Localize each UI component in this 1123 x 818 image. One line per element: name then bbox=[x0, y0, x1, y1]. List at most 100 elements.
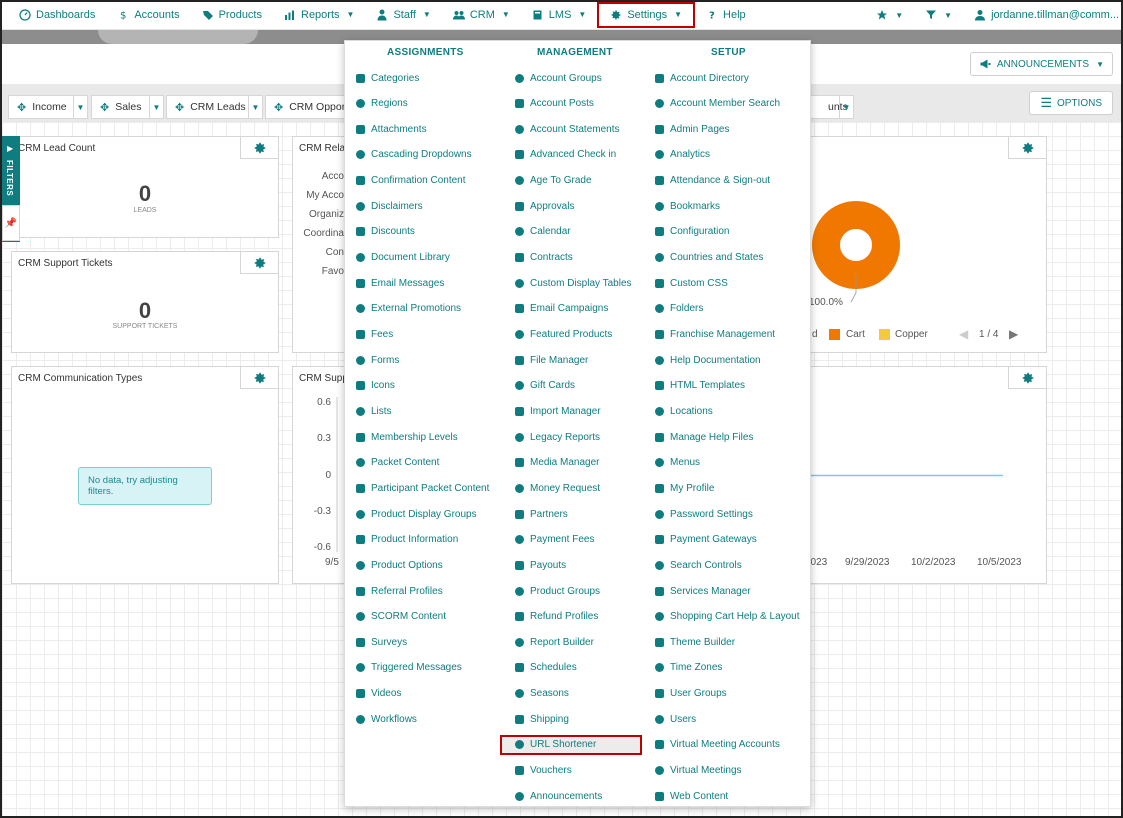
panel-settings-button[interactable] bbox=[240, 137, 278, 159]
menu-item-web-content[interactable]: Web Content bbox=[655, 786, 728, 806]
nav-help[interactable]: ? Help bbox=[695, 0, 757, 30]
panel-settings-button[interactable] bbox=[240, 252, 278, 274]
panel-settings-button[interactable] bbox=[240, 367, 278, 389]
tab-dropdown[interactable]: ▼ bbox=[149, 96, 163, 118]
menu-item-url-shortener[interactable]: URL Shortener bbox=[500, 734, 642, 755]
menu-item-payouts[interactable]: Payouts bbox=[515, 555, 566, 575]
menu-item-scorm-content[interactable]: SCORM Content bbox=[356, 607, 446, 627]
tab-dropdown[interactable]: ▼ bbox=[839, 96, 853, 118]
menu-item-schedules[interactable]: Schedules bbox=[515, 658, 577, 678]
menu-item-disclaimers[interactable]: Disclaimers bbox=[356, 196, 423, 216]
legend-next-icon[interactable]: ▶ bbox=[1009, 327, 1018, 341]
menu-item-franchise-management[interactable]: Franchise Management bbox=[655, 325, 775, 345]
menu-item-email-messages[interactable]: Email Messages bbox=[356, 273, 444, 293]
menu-item-attendance-and-sign-out[interactable]: Attendance & Sign-out bbox=[655, 171, 770, 191]
menu-item-configuration[interactable]: Configuration bbox=[655, 222, 729, 242]
filter-menu[interactable]: ▼ bbox=[914, 0, 963, 30]
menu-item-time-zones[interactable]: Time Zones bbox=[655, 658, 722, 678]
nav-dashboards[interactable]: Dashboards bbox=[8, 0, 106, 30]
menu-item-custom-display-tables[interactable]: Custom Display Tables bbox=[515, 273, 632, 293]
menu-item-partners[interactable]: Partners bbox=[515, 504, 568, 524]
menu-item-confirmation-content[interactable]: Confirmation Content bbox=[356, 171, 466, 191]
menu-item-legacy-reports[interactable]: Legacy Reports bbox=[515, 427, 600, 447]
menu-item-countries-and-states[interactable]: Countries and States bbox=[655, 248, 763, 268]
menu-item-participant-packet-content[interactable]: Participant Packet Content bbox=[356, 478, 489, 498]
menu-item-membership-levels[interactable]: Membership Levels bbox=[356, 427, 458, 447]
menu-item-triggered-messages[interactable]: Triggered Messages bbox=[356, 658, 462, 678]
menu-item-locations[interactable]: Locations bbox=[655, 401, 713, 421]
menu-item-advanced-check-in[interactable]: Advanced Check in bbox=[515, 145, 616, 165]
menu-item-announcements[interactable]: Announcements bbox=[515, 786, 602, 806]
menu-item-workflows[interactable]: Workflows bbox=[356, 709, 417, 729]
menu-item-media-manager[interactable]: Media Manager bbox=[515, 453, 599, 473]
menu-item-services-manager[interactable]: Services Manager bbox=[655, 581, 751, 601]
menu-item-help-documentation[interactable]: Help Documentation bbox=[655, 350, 761, 370]
menu-item-attachments[interactable]: Attachments bbox=[356, 119, 427, 139]
menu-item-lists[interactable]: Lists bbox=[356, 401, 392, 421]
menu-item-account-posts[interactable]: Account Posts bbox=[515, 94, 594, 114]
menu-item-product-information[interactable]: Product Information bbox=[356, 530, 458, 550]
nav-lms[interactable]: LMS ▼ bbox=[521, 0, 598, 30]
legend-entry[interactable]: d bbox=[812, 329, 818, 340]
legend-prev-icon[interactable]: ◀ bbox=[959, 327, 968, 341]
menu-item-users[interactable]: Users bbox=[655, 709, 696, 729]
favorites-menu[interactable]: ▼ bbox=[865, 0, 914, 30]
menu-item-manage-help-files[interactable]: Manage Help Files bbox=[655, 427, 753, 447]
pin-icon[interactable]: 📌 bbox=[2, 205, 20, 241]
menu-item-calendar[interactable]: Calendar bbox=[515, 222, 571, 242]
menu-item-featured-products[interactable]: Featured Products bbox=[515, 325, 612, 345]
tab-income[interactable]: ✥ Income ▼ bbox=[8, 95, 88, 119]
menu-item-folders[interactable]: Folders bbox=[655, 299, 703, 319]
menu-item-admin-pages[interactable]: Admin Pages bbox=[655, 119, 729, 139]
menu-item-fees[interactable]: Fees bbox=[356, 325, 393, 345]
menu-item-import-manager[interactable]: Import Manager bbox=[515, 401, 601, 421]
menu-item-discounts[interactable]: Discounts bbox=[356, 222, 415, 242]
menu-item-my-profile[interactable]: My Profile bbox=[655, 478, 714, 498]
menu-item-money-request[interactable]: Money Request bbox=[515, 478, 600, 498]
legend-entry-cart[interactable]: Cart bbox=[846, 329, 865, 340]
menu-item-product-options[interactable]: Product Options bbox=[356, 555, 443, 575]
menu-item-packet-content[interactable]: Packet Content bbox=[356, 453, 439, 473]
menu-item-account-statements[interactable]: Account Statements bbox=[515, 119, 620, 139]
announcements-button[interactable]: ANNOUNCEMENTS ▼ bbox=[969, 52, 1113, 76]
menu-item-cascading-dropdowns[interactable]: Cascading Dropdowns bbox=[356, 145, 472, 165]
menu-item-theme-builder[interactable]: Theme Builder bbox=[655, 632, 735, 652]
menu-item-html-templates[interactable]: HTML Templates bbox=[655, 376, 745, 396]
tab-crm-opportunities[interactable]: ✥ CRM Opport bbox=[265, 95, 355, 119]
menu-item-surveys[interactable]: Surveys bbox=[356, 632, 407, 652]
panel-settings-button[interactable] bbox=[1008, 137, 1046, 159]
tab-sales[interactable]: ✥ Sales ▼ bbox=[91, 95, 164, 119]
menu-item-shopping-cart-help-and-layout[interactable]: Shopping Cart Help & Layout bbox=[655, 607, 800, 627]
menu-item-product-groups[interactable]: Product Groups bbox=[515, 581, 600, 601]
options-button[interactable]: ☰ OPTIONS bbox=[1029, 91, 1113, 115]
nav-products[interactable]: Products bbox=[191, 0, 273, 30]
menu-item-refund-profiles[interactable]: Refund Profiles bbox=[515, 607, 598, 627]
menu-item-videos[interactable]: Videos bbox=[356, 684, 401, 704]
menu-item-product-display-groups[interactable]: Product Display Groups bbox=[356, 504, 477, 524]
menu-item-password-settings[interactable]: Password Settings bbox=[655, 504, 753, 524]
menu-item-report-builder[interactable]: Report Builder bbox=[515, 632, 594, 652]
nav-crm[interactable]: CRM ▼ bbox=[442, 0, 521, 30]
menu-item-referral-profiles[interactable]: Referral Profiles bbox=[356, 581, 443, 601]
menu-item-user-groups[interactable]: User Groups bbox=[655, 684, 727, 704]
menu-item-account-directory[interactable]: Account Directory bbox=[655, 68, 749, 88]
menu-item-virtual-meetings[interactable]: Virtual Meetings bbox=[655, 761, 742, 781]
menu-item-custom-css[interactable]: Custom CSS bbox=[655, 273, 728, 293]
menu-item-forms[interactable]: Forms bbox=[356, 350, 399, 370]
menu-item-email-campaigns[interactable]: Email Campaigns bbox=[515, 299, 608, 319]
user-menu[interactable]: jordanne.tillman@comm... bbox=[963, 0, 1123, 30]
menu-item-icons[interactable]: Icons bbox=[356, 376, 395, 396]
menu-item-age-to-grade[interactable]: Age To Grade bbox=[515, 171, 592, 191]
menu-item-regions[interactable]: Regions bbox=[356, 94, 408, 114]
menu-item-payment-fees[interactable]: Payment Fees bbox=[515, 530, 594, 550]
menu-item-account-member-search[interactable]: Account Member Search bbox=[655, 94, 780, 114]
menu-item-analytics[interactable]: Analytics bbox=[655, 145, 710, 165]
menu-item-document-library[interactable]: Document Library bbox=[356, 248, 450, 268]
menu-item-categories[interactable]: Categories bbox=[356, 68, 419, 88]
menu-item-virtual-meeting-accounts[interactable]: Virtual Meeting Accounts bbox=[655, 735, 780, 755]
menu-item-payment-gateways[interactable]: Payment Gateways bbox=[655, 530, 757, 550]
menu-item-contracts[interactable]: Contracts bbox=[515, 248, 573, 268]
menu-item-shipping[interactable]: Shipping bbox=[515, 709, 569, 729]
menu-item-approvals[interactable]: Approvals bbox=[515, 196, 574, 216]
menu-item-account-groups[interactable]: Account Groups bbox=[515, 68, 602, 88]
